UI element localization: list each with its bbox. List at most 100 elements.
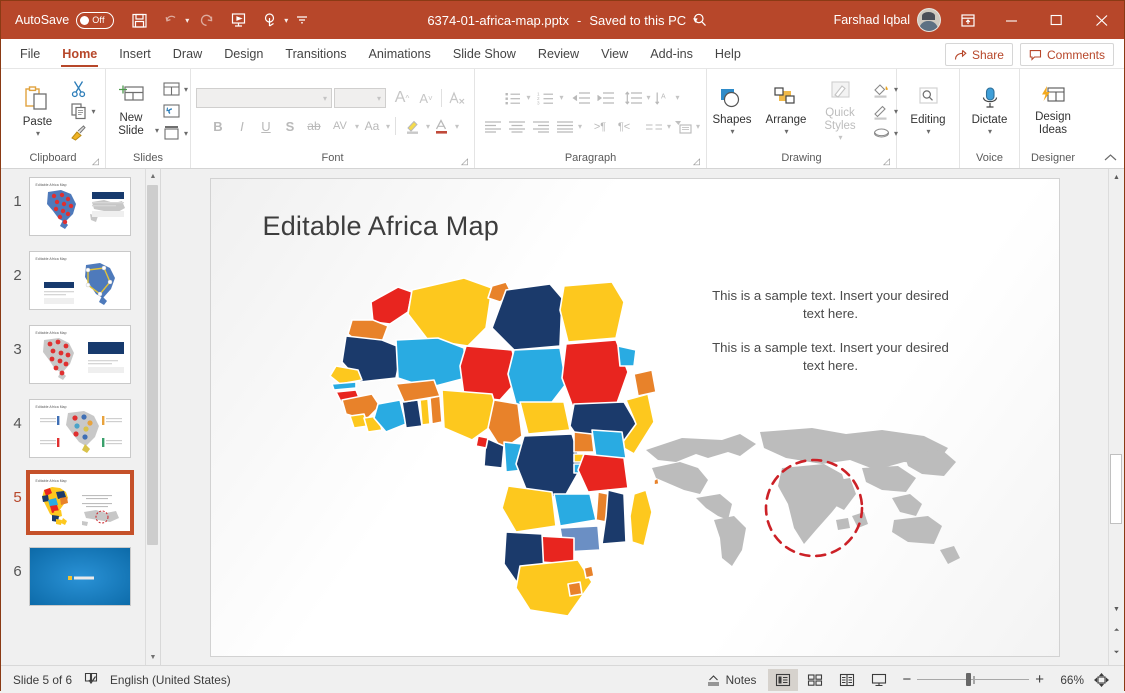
dictate-button[interactable]: Dictate ▾ — [963, 84, 1017, 138]
text-shadow-button[interactable]: S — [278, 115, 302, 137]
shape-fill-icon[interactable] — [869, 78, 893, 100]
zoom-control[interactable]: − + — [902, 671, 1044, 688]
paste-button[interactable]: Paste ▾ — [10, 82, 64, 140]
change-case-button[interactable]: Aa — [359, 115, 385, 137]
start-presentation-icon[interactable] — [223, 6, 253, 34]
minimize-button[interactable] — [989, 1, 1034, 39]
slide-sorter-view-button[interactable] — [800, 669, 830, 691]
zoom-in-button[interactable]: + — [1035, 671, 1044, 688]
account-button[interactable]: Farshad Iqbal — [834, 8, 947, 32]
fit-to-window-button[interactable] — [1086, 669, 1116, 691]
copy-icon[interactable] — [66, 100, 90, 122]
autosave-toggle[interactable]: Off — [76, 12, 114, 29]
language-indicator[interactable]: English (United States) — [110, 673, 231, 687]
tab-slide-show[interactable]: Slide Show — [442, 41, 527, 68]
touch-mode-caret[interactable]: ▾ — [284, 16, 288, 25]
list-item[interactable]: 3 Editable Africa Map — [1, 325, 161, 384]
zoom-slider-handle[interactable] — [966, 673, 971, 686]
shape-outline-icon[interactable] — [869, 100, 893, 122]
font-size-caret[interactable]: ▾ — [377, 94, 381, 103]
columns-icon[interactable] — [642, 116, 666, 138]
tab-help[interactable]: Help — [704, 41, 752, 68]
paste-dropdown-caret[interactable]: ▾ — [36, 129, 40, 138]
touch-mode-icon[interactable] — [255, 6, 285, 34]
tab-design[interactable]: Design — [213, 41, 274, 68]
smartart-caret[interactable]: ▾ — [696, 122, 700, 131]
close-button[interactable] — [1079, 1, 1124, 39]
new-slide-button[interactable]: New Slide — [108, 82, 154, 140]
slide-counter[interactable]: Slide 5 of 6 — [13, 673, 72, 687]
tab-view[interactable]: View — [590, 41, 639, 68]
world-map-graphic[interactable] — [636, 424, 966, 589]
autosave-control[interactable]: AutoSave Off — [15, 12, 114, 29]
slide-title[interactable]: Editable Africa Map — [263, 211, 499, 242]
africa-map-graphic[interactable] — [316, 254, 661, 649]
quick-styles-caret[interactable]: ▾ — [838, 133, 842, 142]
clipboard-dialog-launcher[interactable]: ◿ — [91, 157, 100, 166]
avatar[interactable] — [917, 8, 941, 32]
bullets-caret[interactable]: ▾ — [526, 93, 530, 102]
font-size-input[interactable]: ▾ — [334, 88, 386, 108]
maximize-button[interactable] — [1034, 1, 1079, 39]
justify-caret[interactable]: ▾ — [578, 122, 582, 131]
cut-icon[interactable] — [66, 78, 90, 100]
character-spacing-button[interactable]: AV — [326, 115, 354, 137]
thumbnail-slide-6[interactable] — [29, 547, 131, 606]
arrange-caret[interactable]: ▾ — [784, 127, 788, 136]
thumbnail-scroll-up-button[interactable]: ▲ — [146, 169, 160, 184]
drawing-dialog-launcher[interactable]: ◿ — [882, 157, 891, 166]
text-direction-caret[interactable]: ▾ — [676, 93, 680, 102]
layout-dropdown-caret[interactable]: ▾ — [184, 85, 188, 94]
reset-icon[interactable] — [159, 100, 183, 122]
thumbnail-slide-1[interactable]: Editable Africa Map — [29, 177, 131, 236]
decrease-indent-icon[interactable] — [569, 87, 593, 109]
reading-view-button[interactable] — [832, 669, 862, 691]
tab-transitions[interactable]: Transitions — [274, 41, 357, 68]
font-color-icon[interactable] — [430, 115, 454, 137]
align-left-icon[interactable] — [481, 116, 505, 138]
tab-home[interactable]: Home — [51, 41, 108, 68]
change-case-caret[interactable]: ▾ — [386, 122, 390, 131]
font-name-caret[interactable]: ▾ — [323, 94, 327, 103]
decrease-font-size-icon[interactable]: A˅ — [414, 87, 438, 109]
slide-show-view-button[interactable] — [864, 669, 894, 691]
convert-to-smartart-icon[interactable] — [671, 116, 695, 138]
arrange-button[interactable]: Arrange ▾ — [759, 84, 813, 138]
numbering-caret[interactable]: ▾ — [559, 93, 563, 102]
undo-icon[interactable] — [156, 6, 186, 34]
tab-insert[interactable]: Insert — [108, 41, 162, 68]
increase-font-size-icon[interactable]: A^ — [390, 87, 414, 109]
customize-qat-icon[interactable] — [290, 6, 314, 34]
zoom-level[interactable]: 66% — [1052, 673, 1084, 687]
thumbnail-slide-4[interactable]: Editable Africa Map — [29, 399, 131, 458]
shapes-button[interactable]: Shapes ▾ — [705, 84, 759, 138]
list-item[interactable]: 1 Editable Africa Map — [1, 177, 161, 236]
quick-styles-button[interactable]: Quick Styles ▾ — [813, 78, 867, 144]
tab-add-ins[interactable]: Add-ins — [639, 41, 704, 68]
list-item[interactable]: 5 Editable Africa Map — [1, 473, 161, 532]
tab-review[interactable]: Review — [527, 41, 590, 68]
tab-draw[interactable]: Draw — [162, 41, 213, 68]
text-direction-rtl-icon[interactable]: ¶< — [612, 116, 636, 138]
comments-button[interactable]: Comments — [1020, 43, 1114, 66]
text-highlight-color-icon[interactable] — [401, 115, 425, 137]
slide-canvas[interactable]: Editable Africa Map This is a sample tex… — [211, 179, 1059, 656]
ribbon-display-options-icon[interactable] — [947, 1, 989, 39]
justify-icon[interactable] — [553, 116, 577, 138]
thumbnail-slide-2[interactable]: Editable Africa Map — [29, 251, 131, 310]
section-dropdown-caret[interactable]: ▾ — [184, 129, 188, 138]
thumbnail-scroll-down-button[interactable]: ▼ — [146, 650, 160, 665]
design-ideas-button[interactable]: Design Ideas — [1024, 83, 1082, 139]
notes-button[interactable]: Notes — [696, 673, 767, 687]
slide-scrollbar[interactable]: ▲ ▼ ⏶ ⏷ — [1108, 169, 1124, 665]
section-icon[interactable] — [159, 122, 183, 144]
thumbnail-scrollbar-thumb[interactable] — [147, 185, 158, 545]
font-color-caret[interactable]: ▾ — [455, 122, 459, 131]
shapes-caret[interactable]: ▾ — [730, 127, 734, 136]
undo-dropdown-caret[interactable]: ▾ — [185, 16, 189, 25]
thumbnail-slide-3[interactable]: Editable Africa Map — [29, 325, 131, 384]
increase-indent-icon[interactable] — [593, 87, 617, 109]
font-dialog-launcher[interactable]: ◿ — [460, 157, 469, 166]
editing-button[interactable]: Editing ▾ — [901, 84, 955, 138]
slide-body-text[interactable]: This is a sample text. Insert your desir… — [706, 287, 956, 391]
